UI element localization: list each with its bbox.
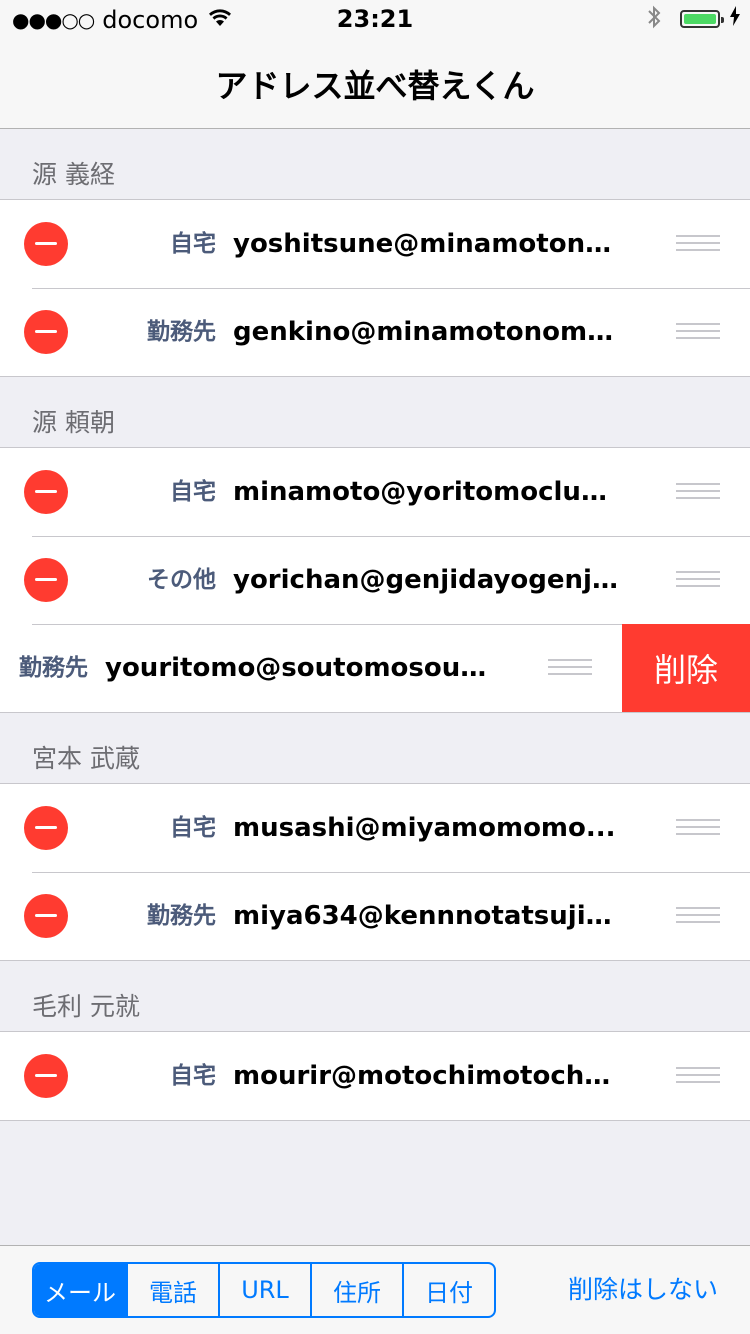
email-address: genkino@minamotonomi...	[233, 317, 618, 347]
segment-phone[interactable]: 電話	[126, 1264, 218, 1316]
list-item-swiped[interactable]: 勤務先 youritomo@soutomosoud... 削除	[0, 624, 750, 712]
list-item[interactable]: 自宅 musashi@miyamomomo...	[0, 784, 750, 872]
bluetooth-icon	[646, 4, 662, 36]
email-type-label: 自宅	[170, 479, 216, 505]
reorder-handle-icon[interactable]	[548, 659, 592, 677]
page-title: アドレス並べ替えくん	[215, 67, 535, 105]
email-address: miya634@kennnotatsujin...	[233, 901, 618, 931]
email-address: yorichan@genjidayogenji....	[233, 565, 618, 595]
segment-date[interactable]: 日付	[402, 1264, 494, 1316]
section-group: 自宅 mourir@motochimotochi....	[0, 1031, 750, 1121]
email-address: youritomo@soutomosoud...	[105, 653, 490, 683]
email-address: minamoto@yoritomoclub....	[233, 477, 618, 507]
email-address: yoshitsune@minamotono...	[233, 229, 618, 259]
reorder-handle-icon[interactable]	[676, 323, 720, 341]
segment-url[interactable]: URL	[218, 1264, 310, 1316]
section-header: 宮本 武蔵	[32, 744, 140, 773]
reorder-handle-icon[interactable]	[676, 483, 720, 501]
address-list[interactable]: 源 義経 自宅 yoshitsune@minamotono... 勤務先 gen…	[0, 129, 750, 1121]
no-delete-button[interactable]: 削除はしない	[568, 1246, 718, 1334]
delete-minus-icon[interactable]	[24, 894, 68, 938]
email-type-label: 勤務先	[147, 319, 216, 345]
email-type-label: 自宅	[170, 1063, 216, 1089]
section-header: 源 義経	[32, 160, 115, 189]
reorder-handle-icon[interactable]	[676, 1067, 720, 1085]
reorder-handle-icon[interactable]	[676, 907, 720, 925]
reorder-handle-icon[interactable]	[676, 571, 720, 589]
bottom-toolbar: メール 電話 URL 住所 日付 削除はしない	[0, 1245, 750, 1334]
list-item[interactable]: 自宅 mourir@motochimotochi....	[0, 1032, 750, 1120]
list-item[interactable]: 勤務先 genkino@minamotonomi...	[0, 288, 750, 376]
section-group: 自宅 musashi@miyamomomo... 勤務先 miya634@ken…	[0, 783, 750, 961]
delete-minus-icon[interactable]	[24, 558, 68, 602]
section-header: 毛利 元就	[32, 992, 140, 1021]
section-group: 自宅 yoshitsune@minamotono... 勤務先 genkino@…	[0, 199, 750, 377]
delete-minus-icon[interactable]	[24, 222, 68, 266]
battery-icon	[680, 10, 724, 28]
segment-address[interactable]: 住所	[310, 1264, 402, 1316]
navigation-bar: アドレス並べ替えくん	[0, 40, 750, 129]
email-address: mourir@motochimotochi....	[233, 1061, 618, 1091]
section-header: 源 頼朝	[32, 408, 115, 437]
list-item[interactable]: その他 yorichan@genjidayogenji....	[0, 536, 750, 624]
reorder-handle-icon[interactable]	[676, 819, 720, 837]
email-type-label: 勤務先	[147, 903, 216, 929]
sort-segmented-control[interactable]: メール 電話 URL 住所 日付	[32, 1262, 496, 1318]
section-group: 自宅 minamoto@yoritomoclub.... その他 yoricha…	[0, 447, 750, 713]
charging-icon	[730, 6, 740, 32]
email-type-label: 自宅	[170, 815, 216, 841]
list-item[interactable]: 自宅 minamoto@yoritomoclub....	[0, 448, 750, 536]
email-type-label: 自宅	[170, 231, 216, 257]
email-address: musashi@miyamomomo...	[233, 813, 616, 843]
email-type-label: その他	[147, 567, 216, 593]
clock: 23:21	[336, 5, 414, 33]
delete-minus-icon[interactable]	[24, 310, 68, 354]
list-item[interactable]: 勤務先 miya634@kennnotatsujin...	[0, 872, 750, 960]
delete-minus-icon[interactable]	[24, 470, 68, 514]
delete-minus-icon[interactable]	[24, 1054, 68, 1098]
delete-minus-icon[interactable]	[24, 806, 68, 850]
email-type-label: 勤務先	[19, 655, 88, 681]
swipe-delete-button[interactable]: 削除	[622, 624, 750, 712]
reorder-handle-icon[interactable]	[676, 235, 720, 253]
list-item[interactable]: 自宅 yoshitsune@minamotono...	[0, 200, 750, 288]
status-bar: ●●●○○ docomo 23:21	[0, 0, 750, 40]
segment-mail[interactable]: メール	[34, 1264, 126, 1316]
